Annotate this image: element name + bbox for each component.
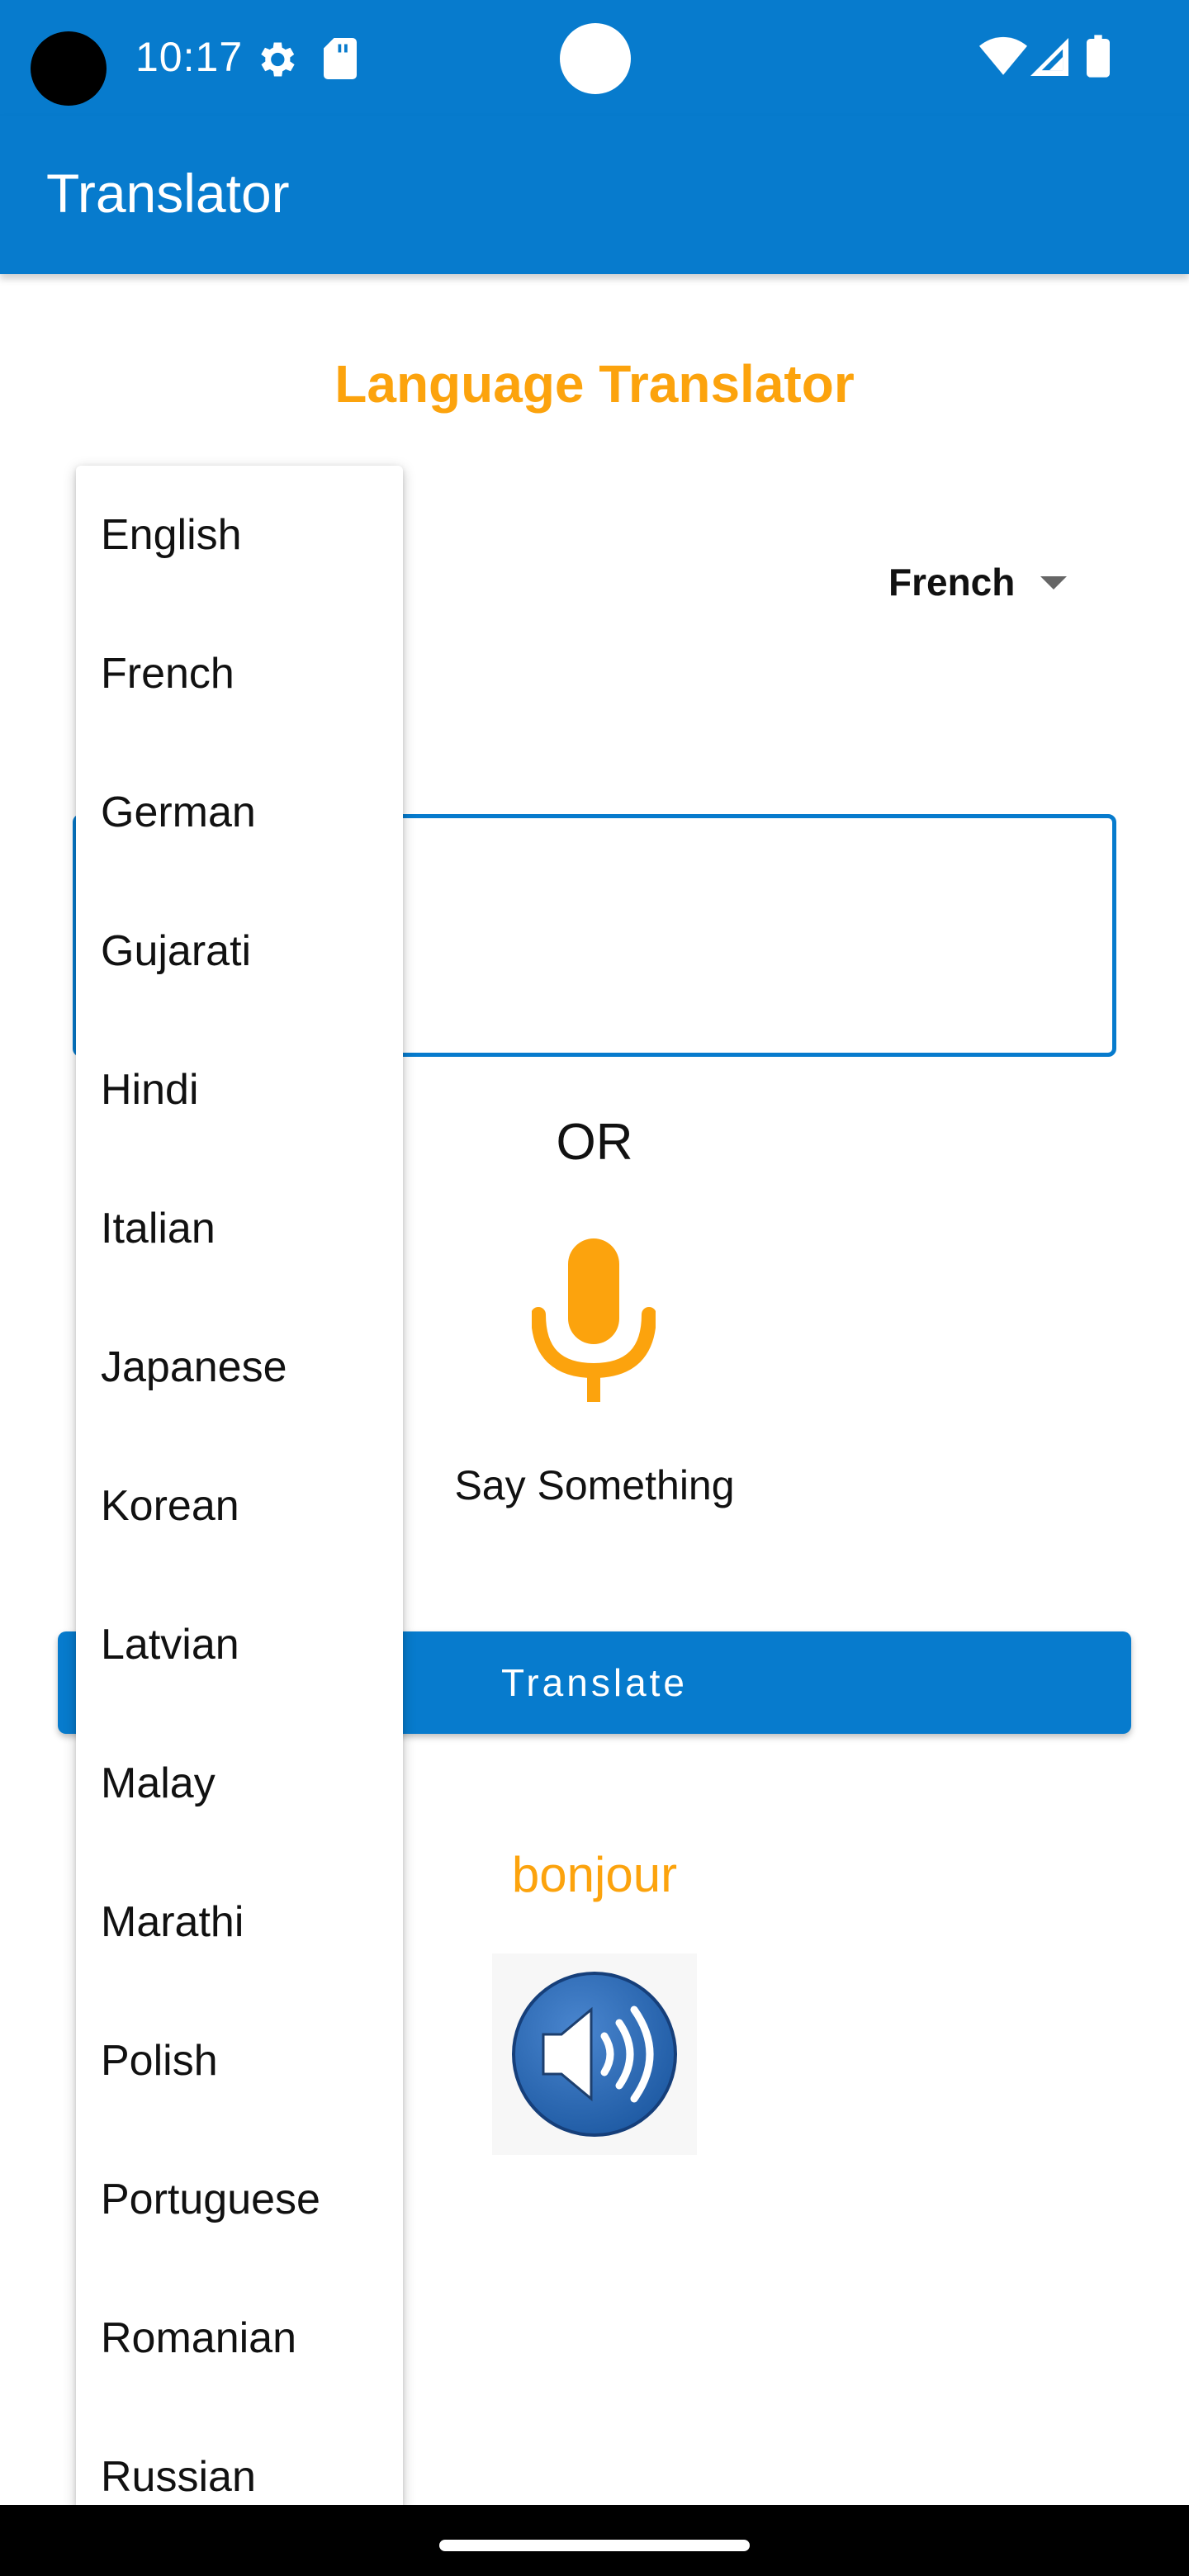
dropdown-item-russian[interactable]: Russian xyxy=(76,2408,403,2510)
gear-icon xyxy=(261,42,295,77)
status-time: 10:17 xyxy=(135,34,244,80)
sd-card-icon xyxy=(324,38,357,79)
screen: 10:17 Translator Language Translator Fre… xyxy=(0,0,1189,2576)
target-language-spinner[interactable]: French xyxy=(888,560,1015,604)
cell-signal-icon xyxy=(1030,38,1068,76)
app-title: Translator xyxy=(46,163,290,224)
dropdown-item-malay[interactable]: Malay xyxy=(76,1714,403,1853)
dropdown-item-marathi[interactable]: Marathi xyxy=(76,1853,403,1991)
status-bar: 10:17 xyxy=(0,0,1189,116)
dropdown-item-romanian[interactable]: Romanian xyxy=(76,2269,403,2408)
dropdown-item-english[interactable]: English xyxy=(76,466,403,604)
microphone-icon[interactable] xyxy=(532,1238,656,1402)
dropdown-item-italian[interactable]: Italian xyxy=(76,1159,403,1298)
dropdown-item-polish[interactable]: Polish xyxy=(76,1991,403,2130)
dropdown-item-hindi[interactable]: Hindi xyxy=(76,1020,403,1159)
navigation-bar xyxy=(0,2505,1189,2576)
dropdown-item-german[interactable]: German xyxy=(76,743,403,882)
dropdown-item-portuguese[interactable]: Portuguese xyxy=(76,2130,403,2269)
dropdown-item-gujarati[interactable]: Gujarati xyxy=(76,882,403,1020)
dropdown-item-french[interactable]: French xyxy=(76,604,403,743)
chevron-down-icon[interactable] xyxy=(1040,576,1067,590)
camera-hole xyxy=(31,31,107,106)
dropdown-item-latvian[interactable]: Latvian xyxy=(76,1575,403,1714)
app-bar: Translator xyxy=(0,116,1189,274)
camera-notch xyxy=(560,23,631,94)
language-dropdown[interactable]: English French German Gujarati Hindi Ita… xyxy=(76,466,403,2510)
dropdown-item-korean[interactable]: Korean xyxy=(76,1437,403,1575)
translate-button-label: Translate xyxy=(500,1661,689,1704)
dropdown-item-japanese[interactable]: Japanese xyxy=(76,1298,403,1437)
home-gesture-handle[interactable] xyxy=(439,2540,750,2551)
battery-icon xyxy=(1087,35,1110,78)
speaker-icon xyxy=(512,1972,677,2137)
page-heading: Language Translator xyxy=(334,354,855,414)
speak-button[interactable] xyxy=(492,1953,697,2155)
wifi-icon xyxy=(979,36,1027,75)
